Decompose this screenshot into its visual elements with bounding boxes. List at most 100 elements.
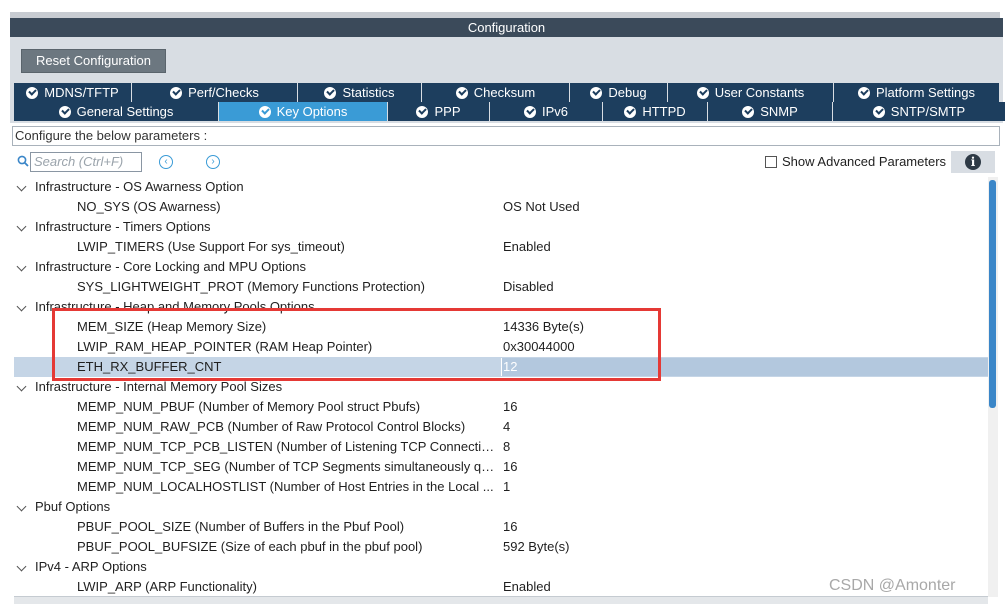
tab-label: SNMP	[760, 104, 798, 119]
tree-param-row[interactable]: MEMP_NUM_TCP_PCB_LISTEN (Number of Liste…	[14, 437, 988, 457]
parameter-tree: Infrastructure - OS Awarness Option NO_S…	[14, 177, 988, 597]
configure-label: Configure the below parameters :	[12, 126, 1000, 146]
tab-user-constants[interactable]: User Constants	[668, 83, 834, 102]
param-value[interactable]: 16	[503, 517, 517, 537]
tab-sntp-smtp[interactable]: SNTP/SMTP	[833, 102, 1005, 121]
group-label: Infrastructure - Timers Options	[35, 219, 211, 234]
tree-param-row[interactable]: SYS_LIGHTWEIGHT_PROT (Memory Functions P…	[14, 277, 988, 297]
param-name: MEMP_NUM_PBUF (Number of Memory Pool str…	[77, 399, 421, 414]
param-name: MEMP_NUM_TCP_PCB_LISTEN (Number of Liste…	[77, 439, 497, 454]
param-name: MEMP_NUM_LOCALHOSTLIST (Number of Host E…	[77, 479, 494, 494]
tab-checksum[interactable]: Checksum	[422, 83, 570, 102]
param-value[interactable]: 4	[503, 417, 510, 437]
reset-configuration-button[interactable]: Reset Configuration	[21, 49, 166, 73]
tree-group[interactable]: Infrastructure - OS Awarness Option	[14, 177, 988, 197]
tree-group[interactable]: Pbuf Options	[14, 497, 988, 517]
check-circle-icon	[523, 105, 536, 118]
tree-param-row[interactable]: MEMP_NUM_LOCALHOSTLIST (Number of Host E…	[14, 477, 988, 497]
tab-label: Platform Settings	[876, 85, 975, 100]
chevron-down-icon[interactable]	[16, 501, 27, 512]
chevron-down-icon[interactable]	[16, 181, 27, 192]
param-value[interactable]: 0x30044000	[503, 337, 575, 357]
tab-label: Key Options	[276, 104, 348, 119]
tree-param-row[interactable]: MEMP_NUM_TCP_SEG (Number of TCP Segments…	[14, 457, 988, 477]
chevron-down-icon[interactable]	[16, 261, 27, 272]
param-value[interactable]: 14336 Byte(s)	[503, 317, 584, 337]
tab-general-settings[interactable]: General Settings	[14, 102, 219, 121]
tab-ppp[interactable]: PPP	[388, 102, 490, 121]
param-name: NO_SYS (OS Awarness)	[77, 199, 221, 214]
chevron-down-icon[interactable]	[16, 301, 27, 312]
top-frame	[0, 0, 1005, 20]
search-icon	[17, 155, 29, 167]
check-circle-icon	[416, 105, 429, 118]
tab-perf-checks[interactable]: Perf/Checks	[132, 83, 298, 102]
param-value[interactable]: Enabled	[503, 577, 551, 597]
tree-param-row[interactable]: MEMP_NUM_PBUF (Number of Memory Pool str…	[14, 397, 988, 417]
check-circle-icon	[742, 105, 755, 118]
param-name: PBUF_POOL_SIZE (Number of Buffers in the…	[77, 519, 405, 534]
check-circle-icon	[872, 105, 885, 118]
tree-param-row[interactable]: MEMP_NUM_RAW_PCB (Number of Raw Protocol…	[14, 417, 988, 437]
param-value[interactable]: 592 Byte(s)	[503, 537, 569, 557]
tree-param-row-selected[interactable]: ETH_RX_BUFFER_CNT 12	[14, 357, 988, 377]
tree-group[interactable]: Infrastructure - Internal Memory Pool Si…	[14, 377, 988, 397]
group-label: Pbuf Options	[35, 499, 111, 514]
tab-statistics[interactable]: Statistics	[298, 83, 422, 102]
tab-label: Debug	[608, 85, 647, 100]
left-frame	[0, 0, 10, 604]
info-icon: i	[965, 154, 981, 170]
search-input[interactable]: Search (Ctrl+F)	[30, 152, 142, 172]
tree-param-row[interactable]: MEM_SIZE (Heap Memory Size) 14336 Byte(s)	[14, 317, 988, 337]
param-value[interactable]: OS Not Used	[503, 197, 580, 217]
tab-httpd[interactable]: HTTPD	[603, 102, 708, 121]
param-name: LWIP_TIMERS (Use Support For sys_timeout…	[77, 239, 345, 254]
param-value[interactable]: Enabled	[503, 237, 551, 257]
tab-row-2: General Settings Key Options PPP IPv6 HT…	[14, 102, 1005, 121]
tree-param-row[interactable]: NO_SYS (OS Awarness) OS Not Used	[14, 197, 988, 217]
vertical-scrollbar-thumb[interactable]	[989, 180, 996, 408]
tree-param-row[interactable]: LWIP_TIMERS (Use Support For sys_timeout…	[14, 237, 988, 257]
tab-label: HTTPD	[642, 104, 686, 119]
tab-label: Checksum	[473, 85, 536, 100]
tree-group[interactable]: Infrastructure - Core Locking and MPU Op…	[14, 257, 988, 277]
param-value[interactable]: 8	[503, 437, 510, 457]
tree-group[interactable]: Infrastructure - Heap and Memory Pools O…	[14, 297, 988, 317]
show-advanced-label: Show Advanced Parameters	[782, 154, 947, 169]
tab-label: General Settings	[76, 104, 174, 119]
chevron-down-icon[interactable]	[16, 221, 27, 232]
chevron-down-icon[interactable]	[16, 561, 27, 572]
param-name: ETH_RX_BUFFER_CNT	[77, 359, 222, 374]
chevron-down-icon[interactable]	[16, 381, 27, 392]
tree-group[interactable]: Infrastructure - Timers Options	[14, 217, 988, 237]
tab-platform-settings[interactable]: Platform Settings	[834, 83, 1000, 102]
tab-snmp[interactable]: SNMP	[708, 102, 833, 121]
param-value[interactable]: 12	[503, 357, 517, 377]
param-value[interactable]: 16	[503, 397, 517, 417]
info-button[interactable]: i	[951, 151, 995, 173]
previous-result-icon[interactable]: ‹	[159, 155, 173, 169]
tab-mdns-tftp[interactable]: MDNS/TFTP	[14, 83, 132, 102]
param-value[interactable]: 1	[503, 477, 510, 497]
tab-row-1: MDNS/TFTP Perf/Checks Statistics Checksu…	[14, 83, 1000, 102]
param-value[interactable]: 16	[503, 457, 517, 477]
show-advanced-checkbox[interactable]	[765, 156, 777, 168]
check-circle-icon	[858, 86, 870, 99]
value-cell-selected	[501, 358, 988, 376]
next-result-icon[interactable]: ›	[206, 155, 220, 169]
check-circle-icon	[258, 105, 271, 118]
horizontal-scrollbar[interactable]	[14, 596, 988, 604]
tree-param-row[interactable]: LWIP_RAM_HEAP_POINTER (RAM Heap Pointer)…	[14, 337, 988, 357]
tab-label: Statistics	[342, 85, 395, 100]
tab-ipv6[interactable]: IPv6	[490, 102, 603, 121]
tab-debug[interactable]: Debug	[570, 83, 668, 102]
tree-param-row[interactable]: PBUF_POOL_SIZE (Number of Buffers in the…	[14, 517, 988, 537]
group-label: Infrastructure - Core Locking and MPU Op…	[35, 259, 306, 274]
param-value[interactable]: Disabled	[503, 277, 554, 297]
tab-label: PPP	[434, 104, 461, 119]
param-name: MEM_SIZE (Heap Memory Size)	[77, 319, 267, 334]
param-name: MEMP_NUM_RAW_PCB (Number of Raw Protocol…	[77, 419, 466, 434]
tab-key-options[interactable]: Key Options	[219, 102, 388, 121]
tree-group[interactable]: IPv4 - ARP Options	[14, 557, 988, 577]
tree-param-row[interactable]: PBUF_POOL_BUFSIZE (Size of each pbuf in …	[14, 537, 988, 557]
